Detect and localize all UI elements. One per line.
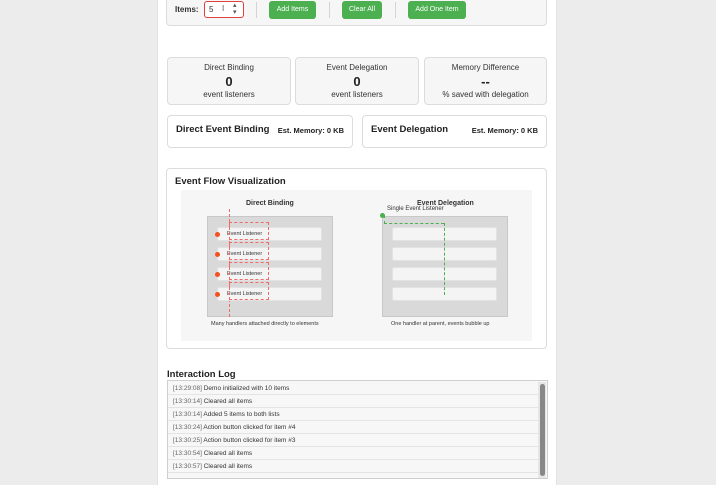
log-title: Interaction Log [167,369,236,380]
listener-highlight [229,262,269,280]
spinner-arrows-icon[interactable]: ▴ ▾ [233,2,237,16]
log-entry: [13:30:54] Cleared all items [168,447,540,460]
single-listener-label: Single Event Listener [387,206,444,212]
log-entry: [13:30:14] Added 5 items to both lists [168,408,540,421]
stat-subtitle: event listeners [331,90,383,99]
text-cursor-icon: I [222,4,225,13]
listener-highlight [229,242,269,260]
stat-subtitle: % saved with delegation [442,90,529,99]
clear-all-button[interactable]: Clear All [342,1,382,19]
delegation-caption: One handler at parent, events bubble up [391,321,490,327]
delegation-flow-line [384,223,444,224]
listener-dot [215,292,220,297]
listener-dot [215,272,220,277]
stat-title: Direct Binding [204,63,254,72]
listener-highlight [229,222,269,240]
delegation-flow-line [444,223,445,295]
log-entry: [13:29:08] Demo initialized with 10 item… [168,382,540,395]
divider [256,2,257,18]
stat-value: 0 [225,74,233,89]
direct-caption: Many handlers attached directly to eleme… [211,321,319,327]
list-title: Direct Event Binding [176,124,270,135]
items-label: Items: [175,5,199,14]
stat-value: -- [481,74,490,89]
stat-title: Memory Difference [451,63,520,72]
memory-estimate: Est. Memory: 0 KB [471,126,538,135]
memory-estimate: Est. Memory: 0 KB [277,126,344,135]
stat-card-direct: Direct Binding 0 event listeners [167,57,291,105]
single-listener-dot [380,213,385,218]
stat-title: Event Delegation [326,63,388,72]
direct-binding-list: Direct Event Binding Est. Memory: 0 KB [167,115,353,148]
visualization-title: Event Flow Visualization [175,176,286,187]
add-items-button[interactable]: Add Items [269,1,316,19]
listener-dot [215,232,220,237]
direct-diagram-title: Direct Binding [246,200,294,207]
event-delegation-list: Event Delegation Est. Memory: 0 KB [362,115,547,148]
list-title: Event Delegation [371,124,449,135]
log-scrollbar-thumb[interactable] [540,384,545,476]
interaction-log[interactable]: [13:29:08] Demo initialized with 10 item… [167,380,548,479]
log-entry: [13:30:24] Action button clicked for ite… [168,421,540,434]
stat-card-delegation: Event Delegation 0 event listeners [295,57,419,105]
listener-highlight [229,282,269,300]
log-entry: [13:30:25] Action button clicked for ite… [168,434,540,447]
listener-dot [215,252,220,257]
add-one-item-button[interactable]: Add One Item [408,1,466,19]
stat-value: 0 [353,74,361,89]
log-entry: [13:30:57] Cleared all items [168,460,540,473]
log-entry: [13:30:14] Cleared all items [168,395,540,408]
divider [329,2,330,18]
divider [395,2,396,18]
stat-subtitle: event listeners [203,90,255,99]
stat-card-memory: Memory Difference -- % saved with delega… [424,57,547,105]
